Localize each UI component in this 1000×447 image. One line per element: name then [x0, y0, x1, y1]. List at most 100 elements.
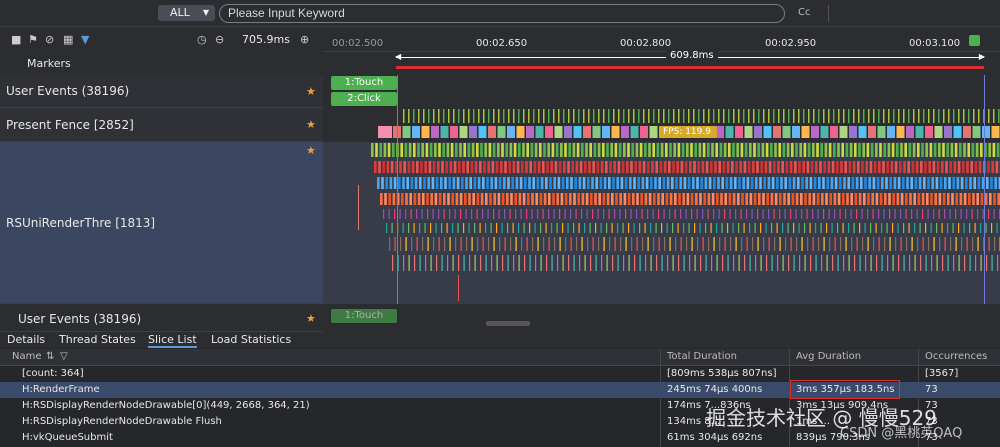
slice [426, 193, 429, 205]
slice [637, 177, 640, 189]
slice [830, 177, 834, 189]
slice [543, 143, 546, 157]
slice [774, 143, 777, 157]
grid-icon[interactable]: ▦ [63, 33, 73, 46]
tracks-canvas[interactable] [323, 75, 1000, 332]
slice [419, 177, 422, 189]
slice [382, 161, 385, 173]
filter-icon[interactable]: ▽ [60, 351, 68, 362]
slice [840, 237, 842, 251]
track-label: RSUniRenderThre [1813] [6, 216, 156, 230]
slice [661, 223, 663, 233]
star-icon[interactable]: ★ [306, 70, 316, 232]
fence-pill [896, 126, 905, 138]
track-rs-render-thread[interactable]: RSUniRenderThre [1813] ★ [0, 142, 323, 304]
event-tick [958, 109, 960, 123]
clock-icon[interactable]: ◷ [197, 33, 207, 46]
header-name[interactable]: Name [12, 351, 42, 362]
slice [386, 223, 388, 233]
slice [668, 161, 671, 173]
slice [892, 255, 894, 271]
slice [850, 209, 852, 219]
slice [859, 255, 861, 271]
slice [963, 143, 966, 157]
header-total-duration[interactable]: Total Duration [667, 351, 737, 362]
tab-load-statistics[interactable]: Load Statistics [211, 333, 291, 346]
slice [759, 177, 762, 189]
filter-icon[interactable]: ▼ [81, 33, 89, 46]
event-touch[interactable]: 1:Touch [331, 76, 397, 90]
header-occurrences[interactable]: Occurrences [925, 351, 987, 362]
fence-pill [754, 126, 762, 138]
slice [490, 223, 492, 233]
slice [417, 193, 421, 205]
slice [433, 237, 435, 251]
slice [675, 237, 677, 251]
header-avg-duration[interactable]: Avg Duration [796, 351, 861, 362]
resize-handle[interactable] [486, 321, 530, 326]
tab-thread-states[interactable]: Thread States [59, 333, 136, 346]
fence-pill [801, 126, 810, 138]
tab-slice-list[interactable]: Slice List [148, 333, 197, 348]
sort-icon[interactable]: ⇅ [46, 351, 54, 362]
event-touch-pinned[interactable]: 1:Touch [331, 309, 397, 323]
slice [419, 255, 421, 271]
track-present-fence[interactable]: Present Fence [2852] ★ [0, 108, 323, 142]
slice [385, 177, 388, 189]
event-tick [638, 109, 640, 123]
case-sensitive-button[interactable]: Cc [798, 7, 810, 18]
time-tick: 00:02.950 [765, 38, 817, 49]
filter-dropdown[interactable]: ALL ▼ [158, 5, 215, 21]
slice [425, 143, 429, 157]
slice [726, 161, 730, 173]
event-tick [683, 109, 685, 123]
zoom-value: 705.9ms [242, 33, 290, 46]
track-user-events[interactable]: User Events (38196) ★ [0, 75, 323, 108]
table-header: Name ⇅ ▽ Total Duration Avg Duration Occ… [0, 349, 1000, 366]
event-tick [468, 109, 470, 123]
slice [658, 237, 660, 251]
block-icon[interactable]: ⊘ [45, 33, 54, 46]
fence-pill [887, 126, 895, 138]
flag-marker-icon[interactable] [969, 35, 980, 46]
slice [554, 161, 558, 173]
slice [686, 193, 690, 205]
slice [540, 223, 542, 233]
slice [991, 255, 993, 271]
slice [854, 255, 856, 271]
slice [681, 143, 685, 157]
slice [576, 143, 580, 157]
square-icon[interactable]: ■ [11, 33, 21, 46]
slice [602, 193, 606, 205]
slice [612, 177, 615, 189]
star-icon[interactable]: ★ [306, 306, 316, 332]
markers-label: Markers [27, 57, 71, 70]
slice [925, 255, 927, 271]
event-tick [888, 109, 890, 123]
slice [392, 143, 395, 157]
zoom-out-icon[interactable]: ⊖ [215, 33, 224, 46]
zoom-in-icon[interactable]: ⊕ [300, 33, 309, 46]
tab-details[interactable]: Details [7, 333, 45, 346]
slice [676, 161, 679, 173]
slice [576, 237, 578, 251]
fence-pill [915, 126, 924, 138]
flag-icon[interactable]: ⚑ [28, 33, 38, 46]
slice [631, 143, 634, 157]
slice [985, 223, 987, 233]
slice [795, 193, 799, 205]
slice [837, 255, 839, 271]
slice [768, 237, 770, 251]
slice [409, 193, 412, 205]
event-click[interactable]: 2:Click [331, 92, 397, 106]
selection-range[interactable]: ◀ 609.8ms ▶ [395, 50, 985, 66]
slice [974, 223, 976, 233]
slice [905, 193, 908, 205]
slice [380, 193, 383, 205]
event-tick [608, 109, 610, 123]
search-input[interactable]: Please Input Keyword [219, 4, 785, 23]
slice [993, 209, 995, 219]
track-user-events-pinned[interactable]: User Events (38196) ★ [0, 306, 323, 332]
slice [910, 177, 913, 189]
slice [609, 237, 611, 251]
